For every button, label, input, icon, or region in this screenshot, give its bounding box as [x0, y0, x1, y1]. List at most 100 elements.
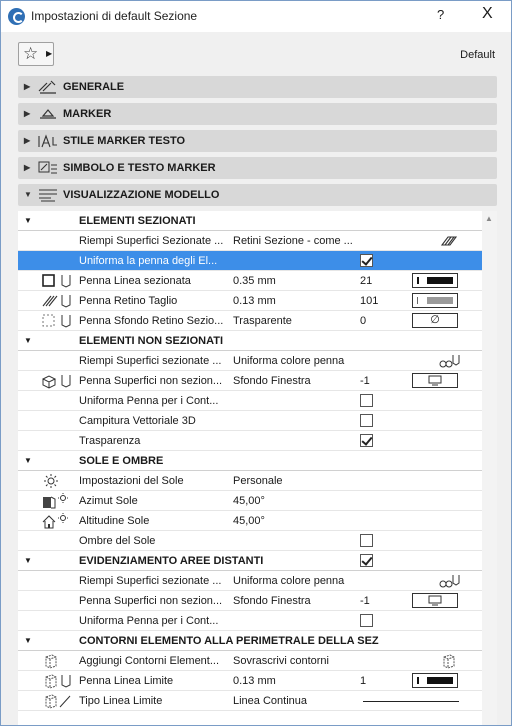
pen-number[interactable]: -1: [360, 375, 400, 387]
property-row[interactable]: Riempi Superfici sezionate ... Uniforma …: [18, 351, 482, 371]
star-icon: ☆: [23, 44, 39, 63]
property-name: Riempi Superfici sezionate ...: [79, 575, 222, 587]
property-row[interactable]: Penna Retino Taglio 0.13 mm 101: [18, 291, 482, 311]
group-elementi-sezionati[interactable]: ▼ ELEMENTI SEZIONATI: [18, 211, 482, 231]
uniform-pen-color-icon[interactable]: [438, 353, 460, 369]
group-elementi-non-sezionati[interactable]: ▼ ELEMENTI NON SEZIONATI: [18, 331, 482, 351]
section-label: MARKER: [63, 108, 112, 120]
line-type-preview[interactable]: [363, 701, 459, 702]
collapse-triangle-icon: ▼: [24, 636, 32, 645]
property-row[interactable]: Azimut Sole 45,00°: [18, 491, 482, 511]
property-name: Impostazioni del Sole: [79, 475, 184, 487]
section-marker[interactable]: ▶ MARKER: [18, 103, 497, 125]
help-button[interactable]: ?: [437, 7, 444, 22]
collapse-triangle-icon: ▼: [24, 190, 32, 199]
uniforma-penna-checkbox[interactable]: [360, 254, 373, 267]
favorites-button[interactable]: ☆ ▶: [18, 42, 54, 66]
window-background-swatch[interactable]: [412, 593, 458, 608]
section-label: VISUALIZZAZIONE MODELLO: [63, 189, 220, 201]
property-row[interactable]: Penna Superfici non sezion... Sfondo Fin…: [18, 591, 482, 611]
pen-swatch[interactable]: [412, 273, 458, 288]
campitura-vettoriale-checkbox[interactable]: [360, 414, 373, 427]
pen-number[interactable]: 0: [360, 315, 400, 327]
section-simbolo-testo-marker[interactable]: ▶ SIMBOLO E TESTO MARKER: [18, 157, 497, 179]
window-background-swatch[interactable]: [412, 373, 458, 388]
ombre-sole-checkbox[interactable]: [360, 534, 373, 547]
property-row[interactable]: Impostazioni del Sole Personale: [18, 471, 482, 491]
pen-number[interactable]: 21: [360, 275, 400, 287]
group-label: ELEMENTI SEZIONATI: [79, 215, 196, 227]
property-row[interactable]: Penna Superfici non sezion... Sfondo Fin…: [18, 371, 482, 391]
pen-number[interactable]: 101: [360, 295, 400, 307]
property-row[interactable]: Riempi Superfici sezionate ... Uniforma …: [18, 571, 482, 591]
title-bar: Impostazioni di default Sezione ? X: [1, 1, 511, 32]
property-name: Aggiungi Contorni Element...: [79, 655, 220, 667]
section-stile-marker-testo[interactable]: ▶ STILE MARKER TESTO: [18, 130, 497, 152]
trasparenza-checkbox[interactable]: [360, 434, 373, 447]
property-row[interactable]: Ombre del Sole: [18, 531, 482, 551]
property-row[interactable]: Riempi Superfici Sezionate ... Retini Se…: [18, 231, 482, 251]
property-row[interactable]: Uniforma Penna per i Cont...: [18, 611, 482, 631]
property-value: 0.13 mm: [233, 295, 276, 307]
pen-swatch[interactable]: [412, 293, 458, 308]
group-sole-ombre[interactable]: ▼ SOLE E OMBRE: [18, 451, 482, 471]
collapse-triangle-icon: ▼: [24, 336, 32, 345]
property-row[interactable]: Tipo Linea Limite Linea Continua: [18, 691, 482, 711]
section-label: STILE MARKER TESTO: [63, 135, 186, 147]
property-name: Riempi Superfici Sezionate ...: [79, 235, 224, 247]
property-value[interactable]: 45,00°: [233, 495, 358, 507]
property-row-selected[interactable]: Uniforma la penna degli El...: [18, 251, 482, 271]
section-generale[interactable]: ▶ GENERALE: [18, 76, 497, 98]
pen-number[interactable]: -1: [360, 595, 400, 607]
property-value[interactable]: Uniforma colore penna: [233, 575, 358, 587]
property-row[interactable]: Altitudine Sole 45,00°: [18, 511, 482, 531]
evidenziamento-checkbox[interactable]: [360, 554, 373, 567]
group-evidenziamento-aree-distanti[interactable]: ▼ EVIDENZIAMENTO AREE DISTANTI: [18, 551, 482, 571]
property-value[interactable]: Personale: [233, 475, 358, 487]
generale-icon: [37, 79, 59, 95]
pen-swatch[interactable]: [412, 673, 458, 688]
collapse-triangle-icon: ▼: [24, 556, 32, 565]
scroll-up-icon[interactable]: ▲: [485, 214, 493, 223]
uniform-pen-color-icon[interactable]: [438, 573, 460, 589]
property-value[interactable]: Sovrascrivi contorni: [233, 655, 358, 667]
property-row[interactable]: Aggiungi Contorni Element... Sovrascrivi…: [18, 651, 482, 671]
property-value[interactable]: Uniforma colore penna: [233, 355, 358, 367]
collapse-triangle-icon: ▼: [24, 216, 32, 225]
section-visualizzazione-modello[interactable]: ▼ VISUALIZZAZIONE MODELLO: [18, 184, 497, 206]
pen-number[interactable]: 1: [360, 675, 400, 687]
sun-altitude-icon: [42, 513, 76, 529]
property-row[interactable]: Penna Linea sezionata 0.35 mm 21: [18, 271, 482, 291]
pen-swatch-transparent[interactable]: ∅: [412, 313, 458, 328]
expand-triangle-icon: ▶: [24, 136, 31, 145]
group-contorni-elemento[interactable]: ▼ CONTORNI ELEMENTO ALLA PERIMETRALE DEL…: [18, 631, 482, 651]
expand-triangle-icon: ▶: [24, 109, 31, 118]
property-value: Trasparente: [233, 315, 292, 327]
property-value[interactable]: Retini Sezione - come ...: [233, 235, 358, 247]
close-button[interactable]: X: [482, 5, 493, 23]
property-row[interactable]: Uniforma Penna per i Cont...: [18, 391, 482, 411]
property-value[interactable]: 45,00°: [233, 515, 358, 527]
property-name: Uniforma Penna per i Cont...: [79, 395, 219, 407]
group-label: EVIDENZIAMENTO AREE DISTANTI: [79, 555, 264, 567]
fill-hatch-icon[interactable]: [438, 233, 460, 249]
contour-override-icon[interactable]: [438, 653, 460, 669]
cut-line-pen-icon: [42, 273, 76, 289]
section-label: GENERALE: [63, 81, 125, 93]
simbolo-testo-marker-icon: [37, 160, 59, 176]
property-name: Trasparenza: [79, 435, 141, 447]
vertical-scrollbar[interactable]: ▲: [482, 211, 497, 725]
property-value: 0.35 mm: [233, 275, 276, 287]
property-value[interactable]: Linea Continua: [233, 695, 358, 707]
property-row[interactable]: Penna Sfondo Retino Sezio... Trasparente…: [18, 311, 482, 331]
group-label: SOLE E OMBRE: [79, 455, 164, 467]
property-row[interactable]: Penna Linea Limite 0.13 mm 1: [18, 671, 482, 691]
uniforma-penna-contorni-checkbox[interactable]: [360, 394, 373, 407]
uniforma-penna-contorni-distanti-checkbox[interactable]: [360, 614, 373, 627]
dialog-title: Impostazioni di default Sezione: [31, 9, 198, 23]
expand-triangle-icon: ▶: [24, 163, 31, 172]
property-row[interactable]: Trasparenza: [18, 431, 482, 451]
property-name: Penna Retino Taglio: [79, 295, 178, 307]
collapse-triangle-icon: ▼: [24, 456, 32, 465]
property-row[interactable]: Campitura Vettoriale 3D: [18, 411, 482, 431]
